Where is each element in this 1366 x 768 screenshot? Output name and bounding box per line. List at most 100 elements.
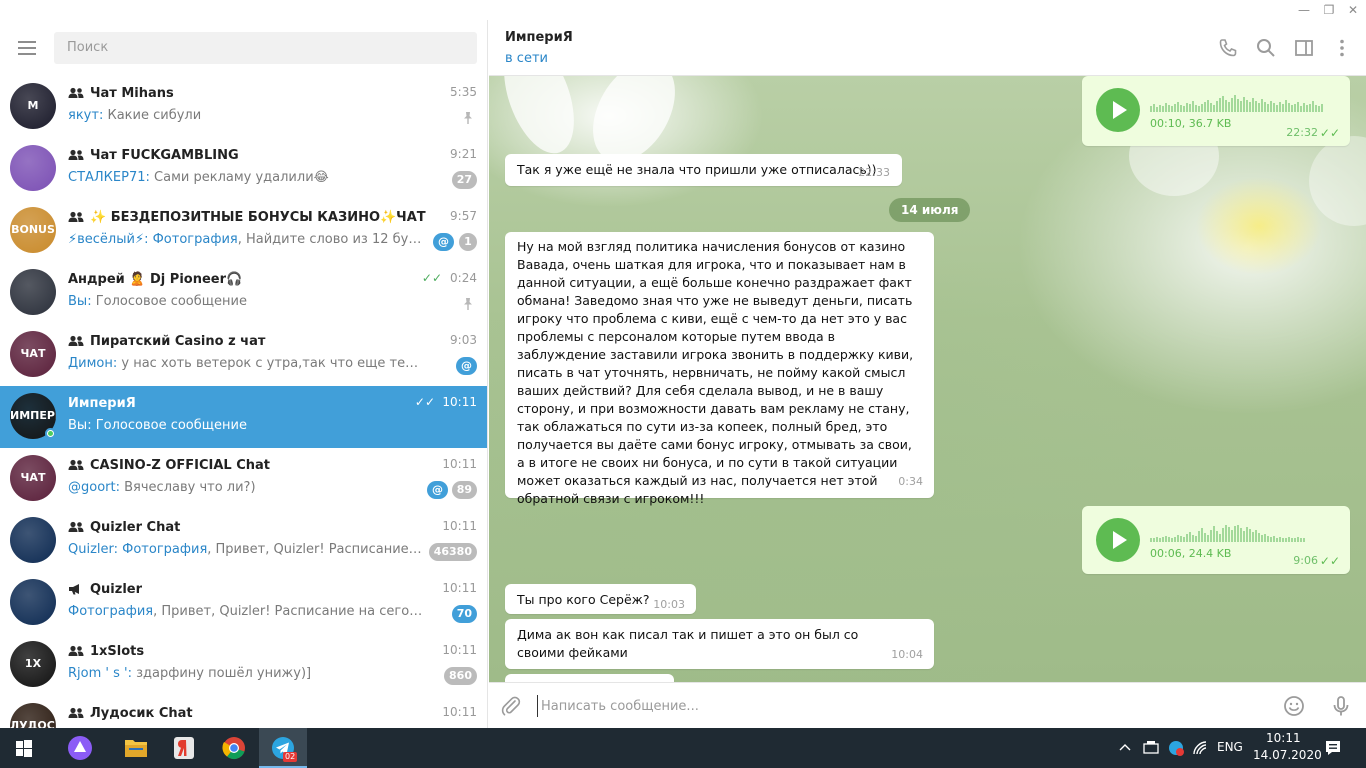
- waveform-bar: [1195, 536, 1197, 542]
- emoji-icon[interactable]: [1283, 695, 1305, 717]
- avatar[interactable]: [10, 145, 56, 191]
- peer-name[interactable]: ИмпериЯ: [505, 30, 573, 45]
- attach-icon[interactable]: [500, 695, 522, 717]
- group-icon: [68, 645, 84, 656]
- network-drive-icon[interactable]: [1142, 740, 1160, 756]
- waveform-bar: [1225, 100, 1227, 112]
- avatar[interactable]: M: [10, 83, 56, 129]
- maximize-button[interactable]: ❐: [1317, 2, 1341, 18]
- waveform-bar: [1159, 538, 1161, 542]
- avatar[interactable]: ЛУДОСИК: [10, 703, 56, 728]
- taskbar-explorer[interactable]: [112, 728, 160, 768]
- waveform-bar: [1294, 104, 1296, 112]
- avatar[interactable]: [10, 579, 56, 625]
- voice-waveform[interactable]: [1150, 90, 1338, 112]
- waveform-bar: [1288, 537, 1290, 542]
- taskbar: 02 ENG 10:11 14.07.2020: [0, 728, 1366, 768]
- waveform-bar: [1171, 538, 1173, 542]
- window-titlebar: — ❐ ✕: [0, 0, 1366, 20]
- waveform-bar: [1177, 535, 1179, 542]
- taskbar-telegram[interactable]: 02: [259, 728, 307, 768]
- waveform-bar: [1228, 102, 1230, 112]
- folder-icon: [125, 740, 147, 757]
- chat-preview: ⚡весёлый⚡: Фотография, Найдите слово из …: [68, 232, 423, 247]
- minimize-button[interactable]: —: [1292, 2, 1316, 18]
- waveform-bar: [1195, 105, 1197, 112]
- play-icon[interactable]: [1096, 518, 1140, 562]
- taskbar-yandex-browser[interactable]: [160, 728, 208, 768]
- waveform-bar: [1267, 104, 1269, 112]
- taskbar-alice[interactable]: [56, 728, 104, 768]
- waveform-bar: [1309, 104, 1311, 112]
- search-input[interactable]: [54, 32, 477, 64]
- play-icon[interactable]: [1096, 88, 1140, 132]
- message-time: 22:33: [858, 166, 890, 179]
- chat-list-item[interactable]: ЧАТ CASINO-Z OFFICIAL Chat 10:11 @goort: Вя…: [0, 448, 487, 510]
- voice-waveform[interactable]: [1150, 520, 1338, 542]
- chat-list-item[interactable]: Quizler 10:11 Фотография, Привет, Quizler!…: [0, 572, 487, 634]
- chat-preview: Вы: Голосовое сообщение: [68, 418, 247, 433]
- notifications-icon[interactable]: [1324, 739, 1342, 757]
- message-bubble: Так я уже ещё не знала что пришли уже от…: [505, 154, 902, 186]
- waveform-bar: [1165, 103, 1167, 112]
- phone-icon[interactable]: [1218, 38, 1238, 58]
- waveform-bar: [1297, 537, 1299, 542]
- waveform-bar: [1303, 538, 1305, 542]
- waveform-bar: [1180, 536, 1182, 542]
- waveform-bar: [1300, 106, 1302, 112]
- waveform-bar: [1150, 106, 1152, 112]
- avatar[interactable]: ЧАТ: [10, 455, 56, 501]
- chat-title-text: CASINO-Z OFFICIAL Chat: [90, 457, 271, 473]
- chat-list-item[interactable]: Андрей 🙎 Dj Pioneer🎧 ✓✓ 0:24 Вы: Голосовое …: [0, 262, 487, 324]
- chat-title-text: Quizler Chat: [90, 519, 181, 535]
- message-text: Ну на мой взгляд политика начисления бон…: [517, 239, 914, 506]
- microphone-icon[interactable]: [1330, 695, 1352, 717]
- mention-badge: @: [433, 233, 454, 251]
- wifi-icon[interactable]: [1192, 740, 1210, 756]
- chat-time: 9:21: [450, 147, 477, 161]
- message-bubble: Дима ак вон как писал так и пишет а это …: [505, 619, 934, 669]
- message-input[interactable]: [537, 695, 1257, 717]
- chat-list-item[interactable]: ЛУДОСИК Лудосик Chat 10:11: [0, 696, 487, 728]
- chat-title-text: Чат FUCKGAMBLING: [90, 147, 239, 163]
- waveform-bar: [1234, 526, 1236, 542]
- chat-list-item[interactable]: Чат FUCKGAMBLING 9:21 СТАЛКЕР71: Сами рекл…: [0, 138, 487, 200]
- search-icon[interactable]: [1256, 38, 1276, 58]
- chat-list-item[interactable]: ЧАТ Пиратский Casino z чат 9:03 Димон: у на…: [0, 324, 487, 386]
- sidebar-toggle-icon[interactable]: [1294, 38, 1314, 58]
- chevron-up-icon[interactable]: [1118, 741, 1132, 755]
- chat-title: 1xSlots: [68, 641, 438, 661]
- chat-list: M Чат Mihans 5:35 якут: Какие сибули Чат FUC…: [0, 76, 487, 728]
- menu-icon[interactable]: [18, 41, 36, 55]
- waveform-bar: [1183, 106, 1185, 112]
- avatar[interactable]: 1X: [10, 641, 56, 687]
- avatar[interactable]: [10, 517, 56, 563]
- chat-time: 5:35: [450, 85, 477, 99]
- chat-list-item[interactable]: 1X 1xSlots 10:11 Rjom ' s ': здарфину пошёл…: [0, 634, 487, 696]
- waveform-bar: [1156, 107, 1158, 112]
- chat-list-item[interactable]: ИМПЕРИЯИмпериЯ✓✓10:11Вы: Голосовое сообщ…: [0, 386, 487, 448]
- input-language[interactable]: ENG: [1217, 740, 1243, 754]
- clock-date[interactable]: 14.07.2020: [1253, 748, 1322, 762]
- close-button[interactable]: ✕: [1341, 2, 1365, 18]
- yandex-browser-icon: [174, 737, 194, 759]
- preview-media-type: Фотография: [122, 542, 208, 557]
- chat-list-item[interactable]: BONUS ✨ БЕЗДЕПОЗИТНЫЕ БОНУСЫ КАЗИНО✨ЧАТ 9:…: [0, 200, 487, 262]
- message-text: Ты про кого Серёж?: [517, 592, 650, 607]
- waveform-bar: [1222, 96, 1224, 112]
- waveform-bar: [1249, 102, 1251, 112]
- pin-icon: [464, 298, 472, 310]
- clock-time[interactable]: 10:11: [1266, 731, 1301, 745]
- waveform-bar: [1291, 538, 1293, 542]
- more-options-icon[interactable]: [1332, 38, 1352, 58]
- telegram-tray-icon[interactable]: [1167, 739, 1185, 757]
- preview-text: у нас хоть ветерок с утра,так что еще те…: [121, 356, 423, 371]
- avatar[interactable]: [10, 269, 56, 315]
- avatar[interactable]: BONUS: [10, 207, 56, 253]
- avatar[interactable]: ЧАТ: [10, 331, 56, 377]
- channel-icon: [69, 584, 79, 595]
- chat-list-item[interactable]: Quizler Chat 10:11 Quizler: Фотография, Пр…: [0, 510, 487, 572]
- chat-list-item[interactable]: M Чат Mihans 5:35 якут: Какие сибули: [0, 76, 487, 138]
- taskbar-chrome[interactable]: [210, 728, 258, 768]
- start-button[interactable]: [0, 728, 48, 768]
